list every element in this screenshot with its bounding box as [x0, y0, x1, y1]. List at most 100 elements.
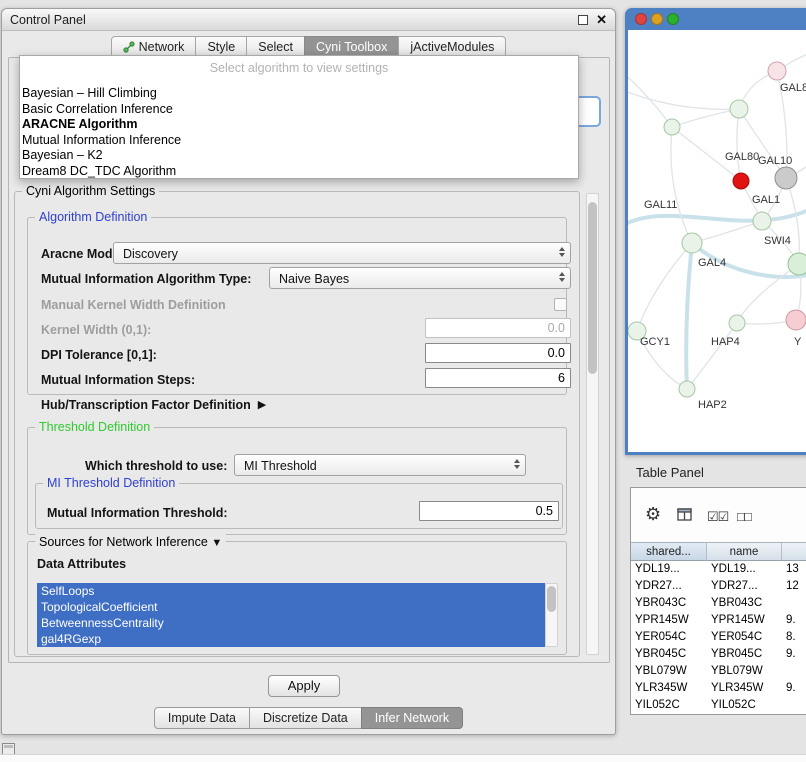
network-edge[interactable]: [686, 243, 692, 389]
attribute-item-gal4rgexp[interactable]: gal4RGexp: [37, 631, 545, 647]
gear-icon[interactable]: ⚙: [645, 505, 661, 523]
attribute-item-betweennesscentrality[interactable]: BetweennessCentrality: [37, 615, 545, 631]
dpi-tolerance-label: DPI Tolerance [0,1]:: [41, 346, 157, 364]
sources-group-title[interactable]: Sources for Network Inference ▼: [35, 534, 226, 552]
network-edge[interactable]: [687, 323, 737, 389]
network-node[interactable]: [768, 62, 786, 80]
network-node-label: Y: [794, 336, 802, 348]
table-row[interactable]: YDR27...YDR27...12: [631, 578, 806, 595]
minimize-traffic-light-icon[interactable]: [651, 13, 663, 25]
bottom-tab-discretize-data[interactable]: Discretize Data: [249, 707, 362, 729]
expand-right-icon: ▶: [258, 396, 266, 414]
hub-definition-toggle[interactable]: Hub/Transcription Factor Definition ▶: [41, 396, 266, 414]
dropdown-item-bayesian-k2[interactable]: Bayesian – K2: [20, 148, 578, 164]
attribute-list-scrollbar[interactable]: [545, 583, 558, 647]
tab-label: Style: [207, 37, 235, 57]
combo-arrows-icon: [514, 459, 520, 469]
mi-steps-label: Mutual Information Steps:: [41, 371, 195, 389]
mi-steps-input[interactable]: [425, 368, 571, 388]
mi-algorithm-type-label: Mutual Information Algorithm Type:: [41, 270, 251, 288]
select-all-checks-icon[interactable]: ☑☑: [707, 509, 728, 525]
table-cell: YBR045C: [707, 646, 782, 663]
network-node-label: HAP4: [711, 336, 740, 348]
attribute-item-topologicalcoefficient[interactable]: TopologicalCoefficient: [37, 599, 545, 615]
aracne-mode-select[interactable]: Discovery: [113, 242, 571, 264]
close-window-icon[interactable]: ✕: [596, 11, 607, 29]
table-cell: YDR27...: [631, 578, 707, 595]
network-edge[interactable]: [786, 178, 799, 264]
manual-kernel-width-checkbox[interactable]: [554, 298, 567, 311]
dpi-tolerance-input[interactable]: [425, 343, 571, 363]
table-row[interactable]: YLR345WYLR345W9.: [631, 680, 806, 697]
network-node[interactable]: [679, 381, 695, 397]
dropdown-item-aracne-algorithm[interactable]: ARACNE Algorithm: [20, 117, 578, 133]
table-cell: 12: [782, 578, 806, 595]
table-row[interactable]: YIL052CYIL052C: [631, 697, 806, 714]
table-column-header[interactable]: shared...: [631, 542, 707, 561]
network-node[interactable]: [682, 233, 702, 253]
network-edge[interactable]: [628, 72, 672, 127]
which-threshold-select[interactable]: MI Threshold: [234, 454, 526, 476]
table-cell: YIL052C: [631, 697, 707, 714]
attribute-list-scrollbar-thumb[interactable]: [547, 586, 556, 612]
network-edge[interactable]: [692, 221, 762, 243]
table-row[interactable]: YPR145WYPR145W9.: [631, 612, 806, 629]
bottom-tab-infer-network[interactable]: Infer Network: [361, 707, 463, 729]
settings-scrollbar-thumb[interactable]: [588, 202, 597, 374]
network-node[interactable]: [730, 100, 748, 118]
control-panel-titlebar[interactable]: Control Panel ✕: [2, 9, 615, 31]
table-row[interactable]: YBR045CYBR045C9.: [631, 646, 806, 663]
table-header: shared...name: [631, 542, 806, 561]
network-node-label: SWI4: [764, 235, 791, 247]
window-title: Control Panel: [10, 9, 86, 31]
zoom-traffic-light-icon[interactable]: [667, 13, 679, 25]
float-window-icon[interactable]: [578, 15, 588, 25]
table-row[interactable]: YER054CYER054C8.: [631, 629, 806, 646]
dropdown-item-basic-correlation-inference[interactable]: Basic Correlation Inference: [20, 102, 578, 118]
network-edge[interactable]: [739, 109, 786, 178]
network-edge[interactable]: [672, 109, 739, 127]
mi-threshold-input[interactable]: [419, 501, 559, 521]
bottom-tab-impute-data[interactable]: Impute Data: [154, 707, 250, 729]
network-node[interactable]: [753, 212, 771, 230]
network-edge[interactable]: [671, 127, 692, 243]
table-toolbar: ⚙ ☑☑ □□: [631, 488, 806, 542]
network-view-canvas[interactable]: GAL8GAL80GAL10GAL11GAL1SWI4GAL4GCY1HAP4Y…: [628, 30, 806, 452]
table-row[interactable]: YBL079WYBL079W: [631, 663, 806, 680]
network-node[interactable]: [788, 253, 806, 275]
network-node[interactable]: [664, 119, 680, 135]
table-cell: YBL079W: [631, 663, 707, 680]
table-column-header[interactable]: [782, 542, 806, 561]
table-cell: YBR043C: [707, 595, 782, 612]
apply-button[interactable]: Apply: [268, 675, 340, 697]
table-cell: YBR043C: [631, 595, 707, 612]
close-traffic-light-icon[interactable]: [635, 13, 647, 25]
network-node[interactable]: [786, 310, 806, 330]
network-view-window: GAL8GAL80GAL10GAL11GAL1SWI4GAL4GCY1HAP4Y…: [625, 8, 806, 455]
network-node-label: GAL8: [780, 82, 806, 94]
settings-scrollbar[interactable]: [586, 193, 599, 655]
attribute-item-selfloops[interactable]: SelfLoops: [37, 583, 545, 599]
dropdown-item-dream8-dc-tdc-algorithm[interactable]: Dream8 DC_TDC Algorithm: [20, 164, 578, 178]
network-edge[interactable]: [637, 243, 692, 331]
table-column-header[interactable]: name: [707, 542, 782, 561]
kernel-width-input[interactable]: [425, 318, 571, 338]
table-row[interactable]: YDL19...YDL19...13: [631, 561, 806, 578]
network-node[interactable]: [733, 173, 749, 189]
dropdown-item-bayesian-hill-climbing[interactable]: Bayesian – Hill Climbing: [20, 86, 578, 102]
aracne-mode-label: Aracne Mode:: [41, 245, 124, 263]
table-cell: YLR345W: [631, 680, 707, 697]
manual-kernel-width-label: Manual Kernel Width Definition: [41, 296, 226, 314]
table-panel-window: ⚙ ☑☑ □□ shared...name YDL19...YDL19...13…: [630, 487, 806, 715]
network-node[interactable]: [775, 167, 797, 189]
columns-icon[interactable]: [677, 508, 693, 527]
deselect-all-checks-icon[interactable]: □□: [737, 509, 751, 524]
mi-algorithm-type-select[interactable]: Naive Bayes: [269, 267, 571, 289]
network-edge[interactable]: [737, 109, 741, 181]
network-node[interactable]: [729, 315, 745, 331]
dropdown-item-mutual-information-inference[interactable]: Mutual Information Inference: [20, 133, 578, 149]
table-row[interactable]: YBR043CYBR043C: [631, 595, 806, 612]
algorithm-dropdown: Select algorithm to view settings Bayesi…: [19, 55, 579, 179]
network-canvas-svg[interactable]: GAL8GAL80GAL10GAL11GAL1SWI4GAL4GCY1HAP4Y…: [628, 30, 806, 452]
table-cell: YER054C: [631, 629, 707, 646]
